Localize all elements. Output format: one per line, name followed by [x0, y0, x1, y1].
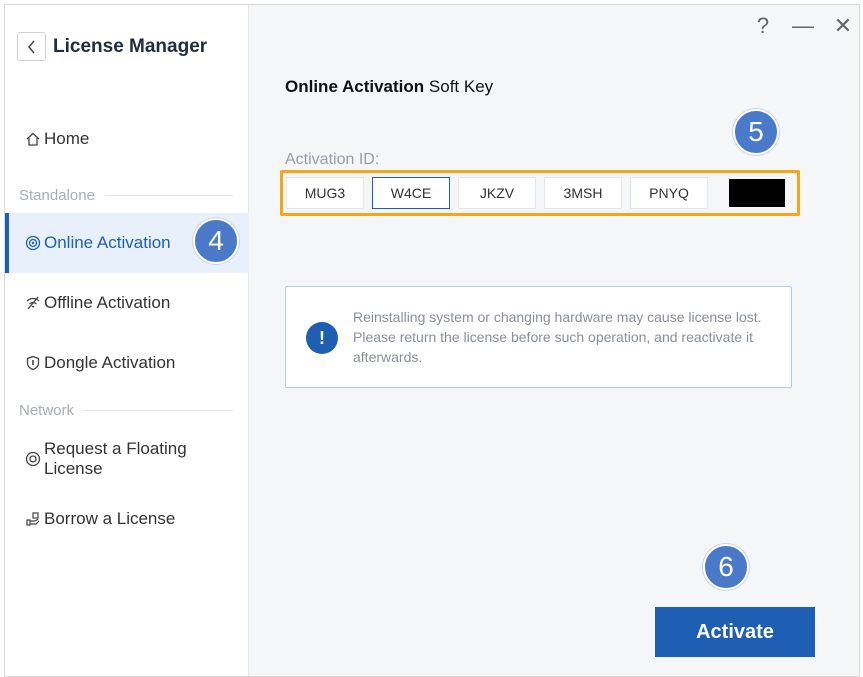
activation-id-segment-4[interactable]: 3MSH	[544, 177, 622, 209]
back-button[interactable]	[17, 32, 46, 61]
warning-notice: ! Reinstalling system or changing hardwa…	[285, 286, 792, 388]
activation-id-label: Activation ID:	[285, 151, 380, 168]
shield-icon	[25, 355, 41, 371]
borrow-hand-icon	[25, 511, 41, 527]
activation-id-segment-2[interactable]: W4CE	[372, 177, 450, 209]
notice-text: Reinstalling system or changing hardware…	[353, 309, 762, 365]
sidebar-item-offline-activation[interactable]: Offline Activation	[5, 273, 249, 333]
divider	[84, 410, 233, 411]
sidebar-item-label: Request a Floating License	[44, 439, 187, 478]
page-heading: Online Activation Soft Key	[285, 77, 493, 97]
help-icon[interactable]: ?	[750, 13, 776, 39]
sidebar-item-label: Online Activation	[44, 233, 171, 252]
sidebar-item-dongle-activation[interactable]: Dongle Activation	[5, 333, 249, 393]
sidebar-item-borrow-license[interactable]: Borrow a License	[5, 489, 249, 549]
sidebar: License Manager Home Standalone Online A…	[5, 5, 249, 676]
sidebar-item-label: Dongle Activation	[44, 353, 176, 372]
wifi-off-icon	[25, 295, 41, 311]
exclamation-icon: !	[306, 322, 338, 354]
chevron-left-icon	[27, 40, 35, 53]
floating-license-icon	[25, 451, 41, 467]
activate-button[interactable]: Activate	[655, 607, 815, 657]
section-label-standalone: Standalone	[19, 187, 233, 204]
section-label-network: Network	[19, 402, 233, 419]
divider	[104, 195, 233, 196]
heading-bold: Online Activation	[285, 77, 425, 96]
activation-id-segment-5[interactable]: PNYQ	[630, 177, 708, 209]
activation-id-segment-6-redacted[interactable]	[729, 179, 785, 207]
section-label-text: Network	[19, 402, 75, 419]
step-badge-6: 6	[703, 544, 749, 590]
heading-rest: Soft Key	[424, 77, 494, 96]
sidebar-item-home[interactable]: Home	[5, 109, 249, 169]
online-activation-icon	[25, 235, 41, 251]
activation-id-segment-3[interactable]: JKZV	[458, 177, 536, 209]
title-row: License Manager	[17, 32, 207, 61]
close-icon[interactable]: ✕	[830, 13, 856, 39]
app-title: License Manager	[53, 35, 208, 57]
license-manager-window: License Manager Home Standalone Online A…	[4, 4, 860, 677]
section-label-text: Standalone	[19, 187, 95, 204]
home-icon	[25, 131, 41, 147]
sidebar-item-label: Borrow a License	[44, 509, 176, 528]
sidebar-item-label: Offline Activation	[44, 293, 171, 312]
activation-id-segment-1[interactable]: MUG3	[286, 177, 364, 209]
sidebar-item-request-floating-license[interactable]: Request a Floating License	[5, 429, 249, 489]
sidebar-item-label: Home	[44, 129, 90, 148]
minimize-icon[interactable]: —	[790, 13, 816, 39]
step-badge-4: 4	[193, 218, 239, 264]
step-badge-5: 5	[733, 109, 779, 155]
